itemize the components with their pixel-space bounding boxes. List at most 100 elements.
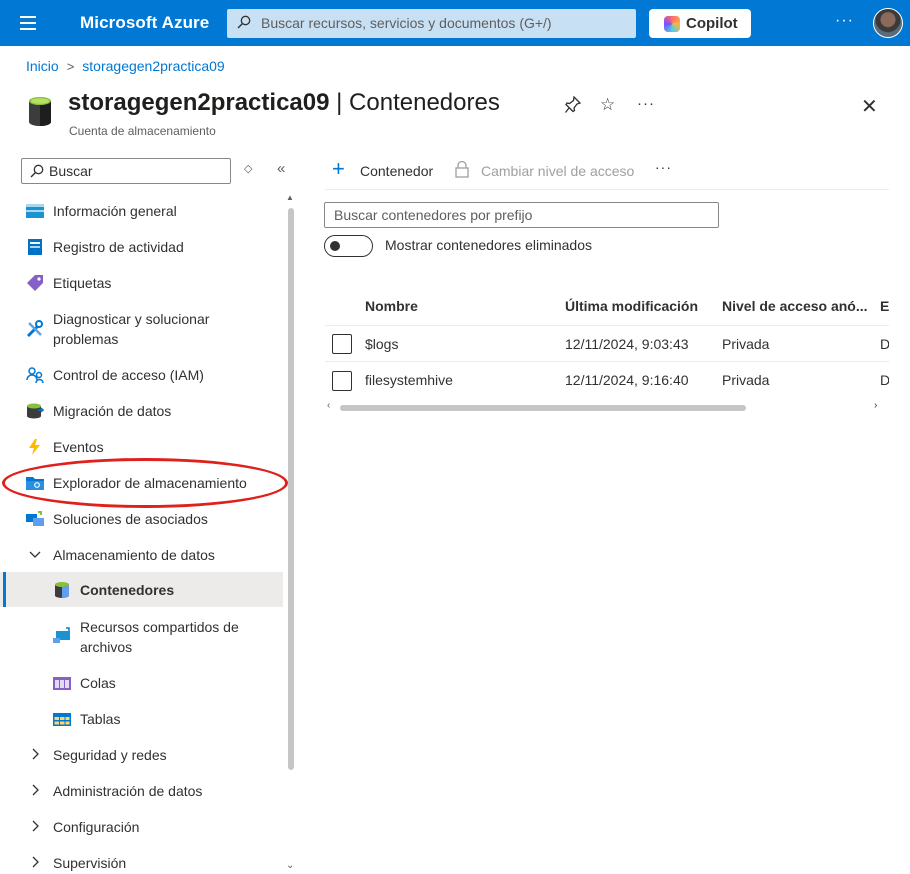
breadcrumb-resource-link[interactable]: storagegen2practica09 [82,58,224,74]
column-header-access-level[interactable]: Nivel de acceso anó... [722,298,868,314]
sidebar-item-label: Seguridad y redes [53,747,167,763]
scrollbar-thumb[interactable] [340,405,746,411]
active-indicator [3,572,6,607]
chevron-right-icon [32,820,39,832]
brand-title[interactable]: Microsoft Azure [80,13,209,33]
show-deleted-toggle[interactable] [324,235,373,257]
column-header-name[interactable]: Nombre [365,298,418,314]
containers-table: Nombre Última modificación Nivel de acce… [325,288,889,398]
sidebar-item-label: Almacenamiento de datos [53,547,215,563]
expand-collapse-all-icon[interactable]: ◇ [244,162,252,175]
storage-explorer-icon [26,477,44,490]
breadcrumb-home-link[interactable]: Inicio [26,58,59,74]
sidebar-item-events[interactable]: Eventos [0,436,283,458]
sidebar-item-label: Control de acceso (IAM) [53,367,204,383]
sidebar-search-input[interactable]: Buscar [21,158,231,184]
section-name: Contenedores [349,89,500,116]
diagnose-icon [26,320,43,338]
column-header-last-modified[interactable]: Última modificación [565,298,698,314]
sidebar-item-label: Eventos [53,439,104,455]
sidebar-item-data-migration[interactable]: Migración de datos [0,400,283,422]
sidebar-scrollbar[interactable] [288,208,294,770]
sidebar-item-label: Migración de datos [53,403,172,419]
sidebar-item-partner-solutions[interactable]: Soluciones de asociados [0,508,283,530]
hamburger-menu-icon[interactable] [20,16,36,30]
table-row[interactable]: filesystemhive 12/11/2024, 9:16:40 Priva… [325,363,889,398]
container-access: Privada [722,336,770,352]
chevron-right-icon [32,856,39,868]
global-search-placeholder: Buscar recursos, servicios y documentos … [261,15,552,31]
sidebar-item-containers[interactable]: Contenedores [0,572,283,607]
pin-icon[interactable] [564,95,582,119]
sidebar-group-monitoring[interactable]: Supervisión [0,852,283,874]
container-name[interactable]: filesystemhive [365,372,453,388]
sidebar-item-queues[interactable]: Colas [0,672,283,694]
copilot-logo-icon [664,16,680,32]
global-search-input[interactable]: Buscar recursos, servicios y documentos … [227,9,636,38]
search-icon [237,15,251,29]
sidebar-item-label: Registro de actividad [53,239,184,255]
more-options-icon[interactable]: ··· [835,12,854,30]
top-bar: Microsoft Azure Buscar recursos, servici… [0,0,910,46]
collapse-sidebar-icon[interactable]: « [277,160,285,177]
resource-type-subtitle: Cuenta de almacenamiento [69,124,216,138]
sidebar-item-label: Supervisión [53,855,127,871]
container-modified: 12/11/2024, 9:03:43 [565,336,689,352]
sidebar-search-placeholder: Buscar [49,163,93,179]
sidebar-item-label: Recursos compartidos de archivos [80,619,239,655]
sidebar-item-overview[interactable]: Información general [0,200,283,222]
table-row[interactable]: $logs 12/11/2024, 9:03:43 Privada D [325,326,889,362]
lock-icon [455,161,469,178]
sidebar-item-file-shares[interactable]: Recursos compartidos de archivos [0,616,283,658]
containers-icon [55,582,69,598]
sidebar-item-label: Información general [53,203,177,219]
sidebar-item-activity-log[interactable]: Registro de actividad [0,236,283,258]
table-horizontal-scrollbar[interactable]: ‹ › [325,400,889,416]
container-name[interactable]: $logs [365,336,398,352]
close-icon[interactable]: ✕ [861,94,878,119]
show-deleted-label: Mostrar contenedores eliminados [385,237,592,253]
container-prefix-search-input[interactable]: Buscar contenedores por prefijo [324,202,719,228]
sidebar-item-label: Configuración [53,819,140,835]
partner-solutions-icon [26,511,44,526]
sidebar-item-storage-explorer[interactable]: Explorador de almacenamiento [0,472,283,494]
breadcrumb: Inicio > storagegen2practica09 [26,58,225,74]
sidebar-item-diagnose[interactable]: Diagnosticar y solucionar problemas [0,308,283,350]
container-extra: D [880,372,889,388]
sidebar-item-tags[interactable]: Etiquetas [0,272,283,294]
star-favorite-icon[interactable]: ☆ [600,95,615,115]
change-access-level-label: Cambiar nivel de acceso [481,163,635,179]
scroll-right-icon[interactable]: › [874,400,877,411]
container-modified: 12/11/2024, 9:16:40 [565,372,689,388]
sidebar-group-security-networking[interactable]: Seguridad y redes [0,744,283,766]
iam-icon [26,367,44,384]
row-checkbox[interactable] [332,371,352,391]
queues-icon [53,677,71,690]
copilot-button[interactable]: Copilot [649,9,751,38]
toggle-knob [330,241,340,251]
data-migration-icon [27,403,44,419]
page-title: storagegen2practica09 | Contenedores [68,89,500,117]
sidebar-group-data-management[interactable]: Administración de datos [0,780,283,802]
sidebar-group-data-storage[interactable]: Almacenamiento de datos [0,544,283,566]
avatar[interactable] [873,8,903,38]
sidebar-item-tables[interactable]: Tablas [0,708,283,730]
sidebar-item-label: Explorador de almacenamiento [53,475,247,491]
container-search-placeholder: Buscar contenedores por prefijo [334,207,533,223]
scroll-up-icon[interactable]: ▲ [286,193,294,202]
chevron-right-icon [32,784,39,796]
overview-icon [26,204,44,218]
scroll-left-icon[interactable]: ‹ [327,400,330,411]
chevron-down-icon [29,551,41,558]
container-access: Privada [722,372,770,388]
plus-icon: + [332,156,345,181]
header-more-icon[interactable]: ··· [637,95,655,112]
row-checkbox[interactable] [332,334,352,354]
chevron-right-icon [32,748,39,760]
scroll-down-icon[interactable]: ⌄ [286,860,294,871]
sidebar-group-settings[interactable]: Configuración [0,816,283,838]
activity-log-icon [28,239,42,255]
sidebar-item-iam[interactable]: Control de acceso (IAM) [0,364,283,386]
toolbar-more-icon[interactable]: ··· [655,159,672,175]
column-header-extra[interactable]: E [880,298,889,314]
